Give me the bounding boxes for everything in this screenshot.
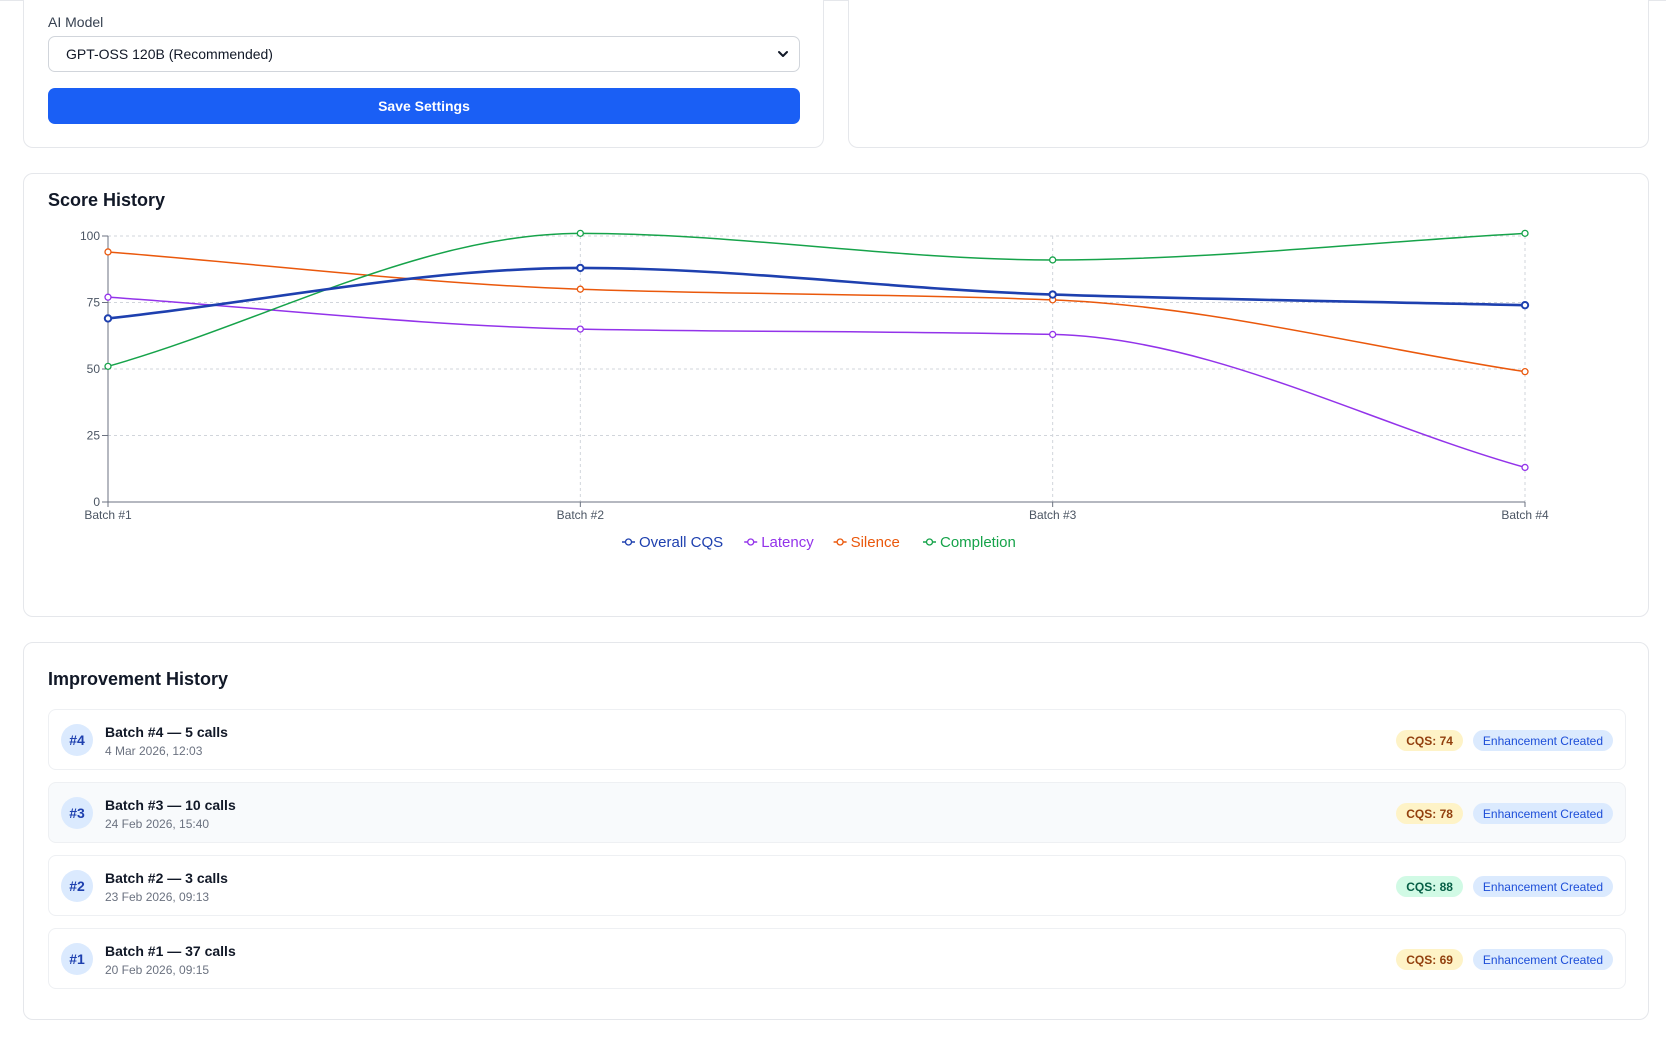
- data-point: [104, 248, 112, 256]
- series-line: [107, 296, 1526, 469]
- data-point: [104, 293, 112, 301]
- data-point: [576, 229, 584, 237]
- batch-date: 24 Feb 2026, 15:40: [105, 817, 210, 831]
- legend-label: Silence: [851, 534, 900, 551]
- ai-model-select[interactable]: GPT-OSS 120B (Recommended): [48, 36, 800, 72]
- cqs-badge: CQS: 74: [1396, 730, 1463, 751]
- legend-swatch-marker: [624, 538, 633, 546]
- enhancement-status-badge: Enhancement Created: [1472, 949, 1613, 970]
- batch-date: 4 Mar 2026, 12:03: [105, 744, 203, 758]
- series-line: [107, 251, 1526, 373]
- legend-label: Overall CQS: [639, 534, 723, 551]
- history-row-batch-2[interactable]: #2 Batch #2 — 3 calls 23 Feb 2026, 09:13…: [48, 855, 1626, 916]
- data-point: [1521, 463, 1529, 472]
- data-point: [1049, 330, 1057, 339]
- enhancement-status-badge: Enhancement Created: [1472, 730, 1613, 751]
- batch-number-badge: #4: [61, 724, 93, 756]
- cqs-badge: CQS: 88: [1396, 876, 1463, 897]
- legend-swatch-marker: [925, 538, 934, 546]
- x-tick-label: Batch #1: [84, 508, 132, 522]
- batch-title: Batch #3 — 10 calls: [105, 797, 236, 813]
- data-point: [1521, 368, 1529, 376]
- data-point: [576, 285, 584, 293]
- chevron-down-icon: [778, 51, 788, 57]
- cqs-badge: CQS: 69: [1396, 949, 1463, 970]
- score-history-card: Score History 0 25 50 75 100 Batch #1 Batch #2…: [23, 173, 1649, 617]
- y-tick-label: 25: [87, 429, 101, 443]
- batch-title: Batch #1 — 37 calls: [105, 943, 236, 959]
- x-tick-label: Batch #3: [1029, 508, 1077, 522]
- legend-label: Latency: [761, 534, 814, 551]
- history-row-batch-4[interactable]: #4 Batch #4 — 5 calls 4 Mar 2026, 12:03 …: [48, 709, 1626, 770]
- series-line: [107, 266, 1526, 320]
- cqs-badge: CQS: 78: [1396, 803, 1463, 824]
- batch-title: Batch #4 — 5 calls: [105, 724, 228, 740]
- data-point: [1048, 290, 1057, 299]
- y-tick-label: 75: [87, 296, 101, 310]
- legend-swatch-marker: [836, 538, 844, 546]
- batch-date: 23 Feb 2026, 09:13: [105, 890, 210, 904]
- batch-date: 20 Feb 2026, 09:15: [105, 963, 210, 977]
- data-point: [576, 263, 585, 273]
- improvement-history-card: Improvement History #4 Batch #4 — 5 call…: [23, 642, 1649, 1020]
- enhancement-status-badge: Enhancement Created: [1472, 803, 1613, 824]
- history-row-batch-3[interactable]: #3 Batch #3 — 10 calls 24 Feb 2026, 15:4…: [48, 782, 1626, 843]
- y-tick-label: 100: [80, 229, 100, 243]
- y-tick-label: 0: [93, 495, 100, 509]
- improvement-history-title: Improvement History: [48, 669, 229, 689]
- x-tick-label: Batch #4: [1501, 508, 1549, 522]
- data-point: [576, 325, 584, 333]
- y-tick-label: 50: [87, 362, 101, 376]
- score-history-chart: 0 25 50 75 100 Batch #1 Batch #2 Batch #3 Batch …: [80, 229, 1549, 551]
- x-tick-label: Batch #2: [557, 508, 605, 522]
- data-point: [1049, 256, 1057, 264]
- side-panel-card: [848, 0, 1649, 148]
- batch-title: Batch #2 — 3 calls: [105, 870, 228, 886]
- legend-label: Completion: [940, 534, 1016, 551]
- legend-swatch-marker: [747, 538, 755, 546]
- enhancement-status-badge: Enhancement Created: [1472, 876, 1613, 897]
- ai-model-select-value: GPT-OSS 120B (Recommended): [66, 46, 273, 62]
- ai-model-label: AI Model: [48, 14, 104, 30]
- batch-number-badge: #1: [61, 943, 93, 975]
- data-point: [1520, 300, 1530, 310]
- data-point: [104, 362, 112, 370]
- data-point: [103, 314, 113, 323]
- batch-number-badge: #3: [61, 797, 93, 829]
- data-point: [1521, 229, 1529, 237]
- settings-card: AI Model GPT-OSS 120B (Recommended) Save…: [23, 0, 824, 148]
- batch-number-badge: #2: [61, 870, 93, 902]
- save-settings-button[interactable]: Save Settings: [48, 88, 800, 124]
- history-row-batch-1[interactable]: #1 Batch #1 — 37 calls 20 Feb 2026, 09:1…: [48, 928, 1626, 989]
